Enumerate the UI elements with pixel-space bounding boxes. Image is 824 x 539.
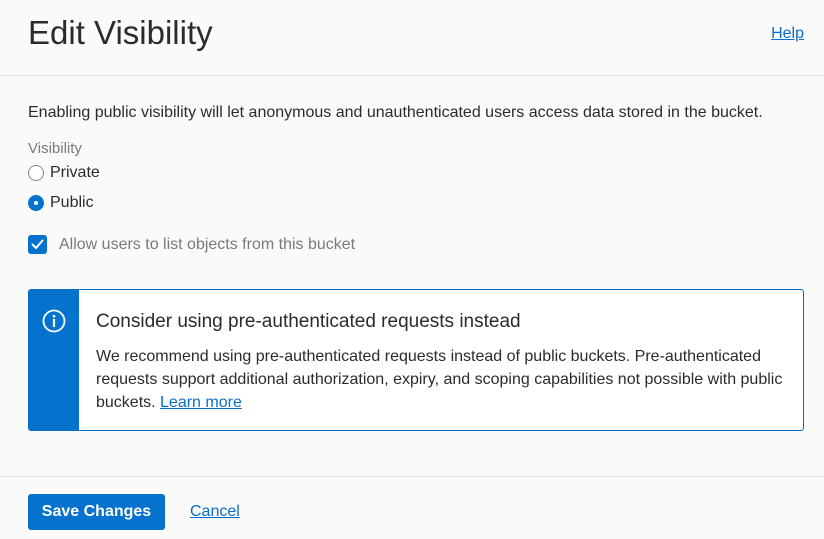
list-objects-option[interactable]: Allow users to list objects from this bu… — [28, 235, 355, 254]
radio-private[interactable]: Private — [28, 163, 100, 183]
page-title: Edit Visibility — [28, 14, 213, 51]
radio-public[interactable]: Public — [28, 193, 94, 213]
cancel-link[interactable]: Cancel — [190, 503, 240, 521]
info-icon — [42, 309, 66, 333]
intro-text: Enabling public visibility will let anon… — [28, 104, 763, 121]
list-objects-label: Allow users to list objects from this bu… — [59, 235, 356, 253]
checkmark-icon — [31, 239, 44, 249]
radio-public-button[interactable] — [28, 195, 44, 211]
notice-title: Consider using pre-authenticated request… — [96, 311, 521, 332]
notice-accent-strip — [29, 290, 79, 430]
notice-text: We recommend using pre-authenticated req… — [96, 345, 786, 414]
info-notice: Consider using pre-authenticated request… — [28, 289, 804, 431]
visibility-label: Visibility — [28, 140, 82, 157]
radio-private-label: Private — [50, 164, 100, 181]
list-objects-checkbox[interactable] — [28, 235, 47, 254]
help-link[interactable]: Help — [771, 25, 804, 43]
radio-private-button[interactable] — [28, 165, 44, 181]
dialog-header: Edit Visibility Help — [0, 0, 824, 76]
radio-public-label: Public — [50, 194, 94, 211]
learn-more-link[interactable]: Learn more — [160, 394, 242, 411]
dialog-body: Enabling public visibility will let anon… — [0, 77, 824, 476]
save-changes-button[interactable]: Save Changes — [28, 494, 165, 530]
dialog-footer: Save Changes Cancel — [0, 476, 824, 539]
